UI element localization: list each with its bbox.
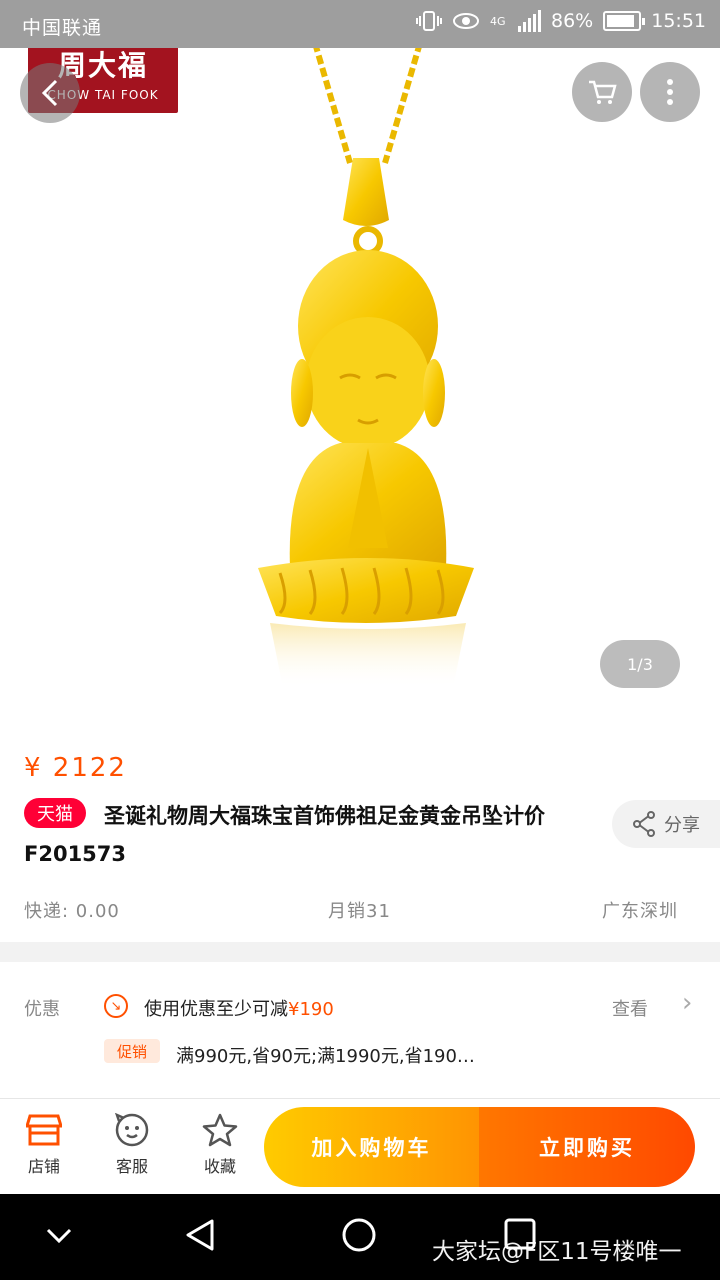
product-title: 圣诞礼物周大福珠宝首饰佛祖足金黄金吊坠计价F201573: [24, 804, 545, 866]
product-image-gallery[interactable]: 周大福 CHOW TAI FOOK 1/3: [0, 48, 720, 735]
chevron-left-icon: [41, 79, 58, 107]
chevron-right-icon: ›: [682, 988, 693, 1018]
eye-comfort-icon: [453, 13, 479, 29]
cart-button[interactable]: [572, 62, 632, 122]
image-pager: 1/3: [600, 640, 680, 688]
share-label: 分享: [664, 815, 700, 836]
promotion-label: 优惠: [24, 999, 60, 1020]
coupon-prefix: 使用优惠至少可减: [144, 999, 288, 1020]
buddha-pendant-image: [258, 48, 474, 688]
coupon-amount: ¥190: [288, 999, 334, 1020]
system-nav-bar: 大家坛@F区11号楼唯一: [0, 1194, 720, 1280]
ship-from-location: 广东深圳: [602, 901, 678, 922]
hide-nav-icon[interactable]: [44, 1220, 74, 1250]
add-to-cart-button[interactable]: 加入购物车: [264, 1107, 479, 1187]
product-price: ¥ 2122: [24, 753, 127, 783]
bottom-action-bar: 店铺 客服 收藏 加入购物车 立即购买: [0, 1098, 720, 1194]
back-button[interactable]: [20, 63, 80, 123]
share-icon: [633, 811, 655, 837]
nav-back-icon[interactable]: [184, 1218, 216, 1252]
shipping-fee: 快递: 0.00: [24, 901, 120, 922]
more-options-button[interactable]: [640, 62, 700, 122]
share-button[interactable]: 分享: [612, 800, 720, 848]
vibrate-icon: [416, 11, 442, 31]
favorite-label: 收藏: [203, 1157, 236, 1176]
tmall-badge: 天猫: [24, 798, 86, 828]
status-bar: 中国联通 4G 86% 15:51: [0, 0, 720, 48]
forum-watermark: 大家坛@F区11号楼唯一: [432, 1239, 682, 1265]
promo-badge: 促销: [104, 1039, 160, 1063]
customer-service-button[interactable]: 客服: [102, 1113, 162, 1177]
status-icons: 4G 86% 15:51: [416, 10, 706, 32]
favorite-button[interactable]: 收藏: [190, 1113, 250, 1177]
promotion-section[interactable]: 优惠 ↘ 使用优惠至少可减¥190 查看 › 促销 满990元,省90元;满19…: [0, 962, 720, 1098]
purchase-buttons: 加入购物车 立即购买: [264, 1107, 695, 1187]
customer-service-icon: [115, 1113, 149, 1147]
customer-service-label: 客服: [115, 1157, 148, 1176]
battery-icon: [603, 11, 646, 31]
nav-home-icon[interactable]: [342, 1218, 376, 1252]
shop-button[interactable]: 店铺: [14, 1113, 74, 1177]
signal-icon: [518, 10, 541, 32]
coupon-icon: ↘: [104, 994, 128, 1018]
shop-icon: [26, 1114, 62, 1146]
carrier-name: 中国联通: [22, 17, 103, 39]
shop-label: 店铺: [27, 1157, 60, 1176]
product-info-section: ¥ 2122 圣诞礼物周大福珠宝首饰佛祖足金黄金吊坠计价F201573 天猫 分…: [0, 735, 720, 942]
promo-text: 满990元,省90元;满1990元,省190…: [176, 1046, 475, 1067]
network-type: 4G: [490, 14, 506, 28]
monthly-sales: 月销31: [328, 901, 391, 922]
battery-percent: 86%: [551, 10, 594, 32]
view-promotions-link[interactable]: 查看: [612, 995, 648, 1021]
buy-now-button[interactable]: 立即购买: [479, 1107, 695, 1187]
cart-icon: [589, 80, 617, 104]
coupon-info: 使用优惠至少可减¥190: [144, 995, 334, 1021]
clock: 15:51: [651, 10, 706, 32]
star-icon: [202, 1113, 238, 1147]
more-vertical-icon: [667, 79, 673, 105]
